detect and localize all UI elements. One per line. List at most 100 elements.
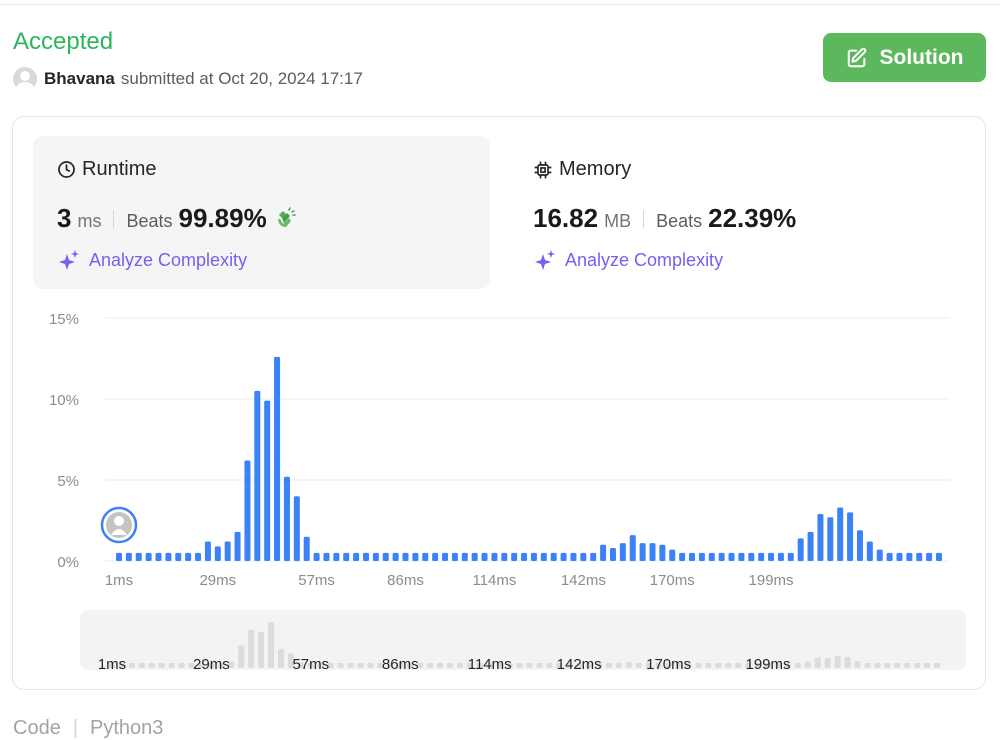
runtime-bar[interactable] [353,552,360,561]
runtime-bar[interactable] [679,552,686,561]
scrubber-bar [268,622,275,668]
code-language-tab[interactable]: Code | Python3 [13,717,163,740]
runtime-bar[interactable] [135,552,142,561]
runtime-bar[interactable] [936,552,942,561]
runtime-bar[interactable] [501,552,508,561]
runtime-bar[interactable] [708,552,715,561]
runtime-bar[interactable] [313,552,320,561]
runtime-bar[interactable] [609,548,616,561]
runtime-bar[interactable] [521,552,528,561]
runtime-bar[interactable] [866,541,873,561]
scrubber-bar [814,657,821,668]
runtime-bar[interactable] [451,552,458,561]
scrubber-tick-label: 142ms [557,656,602,673]
x-tick-label: 1ms [105,572,133,589]
runtime-bar[interactable] [738,552,745,561]
runtime-bar[interactable] [698,552,705,561]
runtime-bar[interactable] [797,538,804,561]
runtime-bar[interactable] [442,552,449,561]
runtime-bar[interactable] [847,512,854,561]
x-tick-label: 114ms [472,572,516,589]
runtime-bar[interactable] [471,552,478,561]
runtime-bar[interactable] [669,549,676,561]
runtime-bar[interactable] [461,552,468,561]
runtime-bar[interactable] [323,552,330,561]
runtime-bar[interactable] [787,552,794,561]
runtime-bar[interactable] [748,552,755,561]
runtime-bar[interactable] [728,552,735,561]
runtime-bar[interactable] [362,552,369,561]
runtime-bar[interactable] [422,552,429,561]
runtime-bar[interactable] [204,541,211,561]
scrubber-bar [635,663,642,668]
runtime-bar[interactable] [432,552,439,561]
runtime-bar[interactable] [224,541,231,561]
runtime-bar[interactable] [283,476,290,561]
runtime-bar[interactable] [570,552,577,561]
runtime-bar[interactable] [758,552,765,561]
runtime-bar[interactable] [639,543,646,561]
runtime-bar[interactable] [234,531,241,561]
runtime-bar[interactable] [145,552,152,561]
scrubber-tick-label: 199ms [746,656,791,673]
runtime-bar[interactable] [481,552,488,561]
scrubber-bar [854,661,861,668]
runtime-bar[interactable] [116,552,122,561]
runtime-bar[interactable] [837,507,844,561]
runtime-bar[interactable] [303,536,310,561]
runtime-bar[interactable] [768,552,775,561]
runtime-bar[interactable] [333,552,340,561]
runtime-bar[interactable] [125,552,132,561]
runtime-bar[interactable] [491,552,498,561]
runtime-bar[interactable] [155,552,162,561]
runtime-bar[interactable] [214,546,221,561]
your-submission-marker[interactable] [100,506,138,544]
runtime-bar[interactable] [590,552,597,561]
runtime-bar[interactable] [264,400,271,561]
runtime-bar[interactable] [540,552,547,561]
runtime-bar[interactable] [856,530,863,561]
runtime-bar[interactable] [807,531,814,561]
runtime-bar[interactable] [511,552,518,561]
runtime-bar[interactable] [382,552,389,561]
runtime-bar[interactable] [896,552,903,561]
runtime-bar[interactable] [689,552,696,561]
runtime-bar[interactable] [777,552,784,561]
runtime-bar[interactable] [530,552,537,561]
runtime-bar[interactable] [649,543,656,561]
runtime-bar[interactable] [659,544,666,561]
runtime-bar[interactable] [916,552,923,561]
scrubber-bar [516,663,523,668]
runtime-bar[interactable] [175,552,182,561]
runtime-bar[interactable] [244,460,251,561]
runtime-bar[interactable] [185,552,192,561]
scrubber-bar [725,663,732,668]
runtime-bar[interactable] [718,552,725,561]
runtime-bar[interactable] [817,514,824,561]
scrubber-tick-label: 170ms [646,656,691,673]
runtime-bar[interactable] [165,552,172,561]
y-tick-label: 10% [49,392,79,409]
runtime-bar[interactable] [412,552,419,561]
runtime-bar[interactable] [372,552,379,561]
runtime-bar[interactable] [886,552,893,561]
runtime-bar[interactable] [402,552,409,561]
runtime-bar[interactable] [600,544,607,561]
runtime-bar[interactable] [629,535,636,561]
runtime-bar[interactable] [293,496,300,561]
scrubber-bar [615,663,622,668]
scrubber-bar [337,663,344,668]
runtime-bar[interactable] [274,356,281,561]
runtime-bar[interactable] [392,552,399,561]
runtime-bar[interactable] [580,552,587,561]
runtime-bar[interactable] [876,549,883,561]
runtime-bar[interactable] [254,390,261,561]
runtime-bar[interactable] [926,552,933,561]
runtime-bar[interactable] [550,552,557,561]
runtime-bar[interactable] [195,552,202,561]
runtime-bar[interactable] [827,517,834,561]
runtime-bar[interactable] [619,543,626,561]
runtime-bar[interactable] [560,552,567,561]
runtime-bar[interactable] [343,552,350,561]
runtime-bar[interactable] [906,552,913,561]
